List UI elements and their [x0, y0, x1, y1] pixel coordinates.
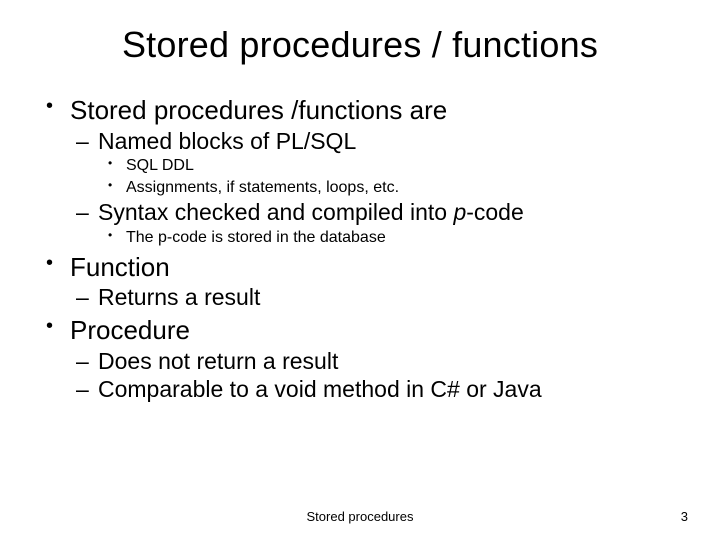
bullet-text: Comparable to a void method in C# or Jav…	[98, 376, 542, 402]
page-number: 3	[681, 509, 688, 524]
bullet-text: Does not return a result	[98, 348, 338, 374]
bullet-text: Named blocks of PL/SQL	[98, 128, 356, 154]
bullet-text-italic: p	[453, 199, 466, 225]
bullet-text: Assignments, if statements, loops, etc.	[126, 179, 399, 196]
bullet-l2: Comparable to a void method in C# or Jav…	[70, 375, 680, 404]
bullet-text: SQL DDL	[126, 157, 194, 174]
bullet-l2: Returns a result	[70, 283, 680, 312]
bullet-list: Stored procedures /functions are Named b…	[40, 94, 680, 404]
bullet-l1: Function Returns a result	[40, 251, 680, 312]
bullet-l3: SQL DDL	[98, 155, 680, 177]
bullet-text: Returns a result	[98, 284, 260, 310]
slide-title: Stored procedures / functions	[40, 24, 680, 66]
bullet-sublist: The p-code is stored in the database	[98, 227, 680, 249]
bullet-l3: The p-code is stored in the database	[98, 227, 680, 249]
footer-text: Stored procedures	[0, 509, 720, 524]
bullet-l2: Syntax checked and compiled into p-code …	[70, 198, 680, 248]
bullet-text: Syntax checked and compiled into	[98, 199, 453, 225]
slide: Stored procedures / functions Stored pro…	[0, 0, 720, 540]
bullet-sublist: SQL DDL Assignments, if statements, loop…	[98, 155, 680, 198]
bullet-l1: Stored procedures /functions are Named b…	[40, 94, 680, 249]
bullet-l2: Does not return a result	[70, 347, 680, 376]
bullet-text: Function	[70, 252, 170, 282]
slide-content: Stored procedures /functions are Named b…	[40, 94, 680, 404]
bullet-text: Stored procedures /functions are	[70, 95, 447, 125]
bullet-sublist: Does not return a result Comparable to a…	[70, 347, 680, 405]
bullet-text: The p-code is stored in the database	[126, 229, 386, 246]
bullet-text: -code	[466, 199, 524, 225]
bullet-l2: Named blocks of PL/SQL SQL DDL Assignmen…	[70, 127, 680, 199]
bullet-sublist: Named blocks of PL/SQL SQL DDL Assignmen…	[70, 127, 680, 249]
bullet-l1: Procedure Does not return a result Compa…	[40, 314, 680, 404]
bullet-l3: Assignments, if statements, loops, etc.	[98, 177, 680, 199]
bullet-sublist: Returns a result	[70, 283, 680, 312]
bullet-text: Procedure	[70, 315, 190, 345]
